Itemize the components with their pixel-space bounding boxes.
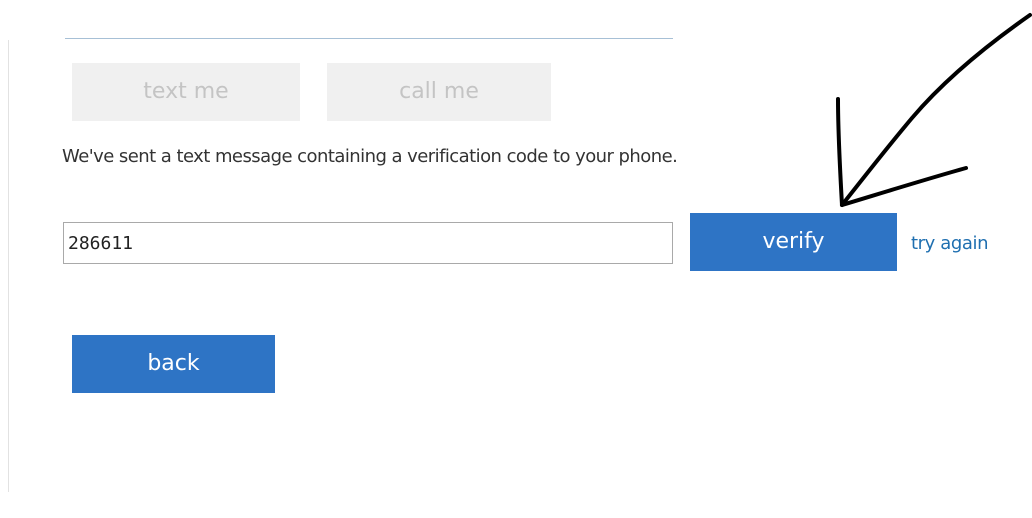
left-border-line — [8, 40, 9, 492]
verification-page: text me call me We've sent a text messag… — [0, 0, 1032, 518]
arrow-head-left — [836, 97, 844, 207]
call-me-button[interactable]: call me — [327, 63, 551, 121]
arrow-shaft — [840, 13, 1032, 207]
arrow-head-right — [840, 166, 968, 207]
text-me-button[interactable]: text me — [72, 63, 300, 121]
verify-button[interactable]: verify — [690, 213, 897, 271]
divider-line — [65, 38, 673, 39]
verification-message: We've sent a text message containing a v… — [62, 146, 678, 167]
try-again-link[interactable]: try again — [911, 233, 989, 254]
back-button[interactable]: back — [72, 335, 275, 393]
verification-code-input[interactable] — [63, 222, 673, 264]
